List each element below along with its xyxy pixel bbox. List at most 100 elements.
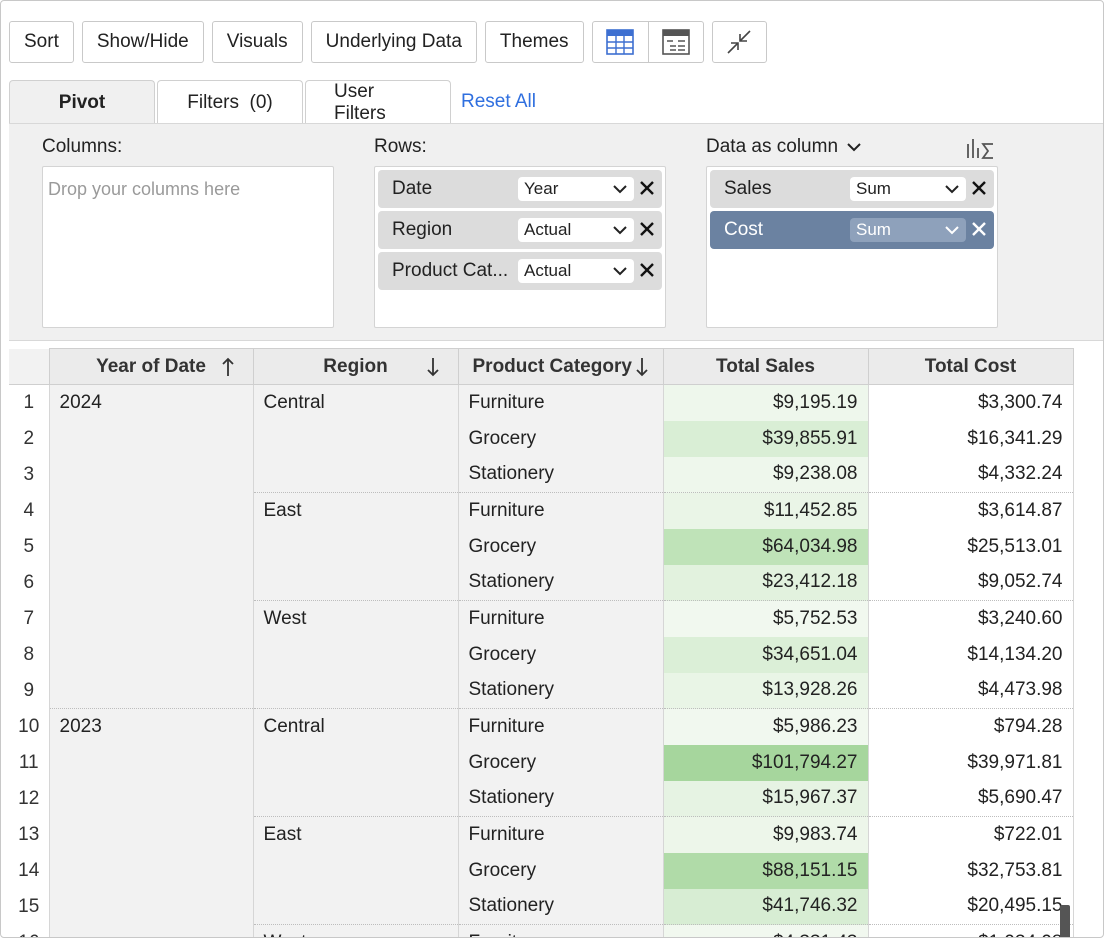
- table-row: 10 2023 Central Furniture $5,986.23 $794.28: [9, 708, 1074, 937]
- tab-user-filters[interactable]: User Filters: [305, 80, 451, 124]
- data-aggregation-select[interactable]: Sum: [850, 177, 966, 201]
- sort-button[interactable]: Sort: [9, 21, 74, 63]
- rows-drop-zone[interactable]: Date Year Region Actual Product Cat... A…: [374, 166, 666, 328]
- pivot-table: Year of Date Region Product Category Tot…: [9, 348, 1074, 937]
- total-cost-cell: $722.01: [867, 816, 1074, 853]
- row-number: 5: [9, 528, 50, 565]
- region-cell: East: [252, 816, 459, 925]
- header-row: Year of Date Region Product Category Tot…: [9, 348, 1074, 385]
- row-field-name: Region: [392, 219, 453, 240]
- category-cell: Grocery: [457, 852, 664, 889]
- row-number: 9: [9, 672, 50, 709]
- region-cell: West: [252, 600, 459, 709]
- remove-icon[interactable]: [638, 261, 656, 279]
- year-cell: 2024: [48, 384, 254, 709]
- row-number: 1: [9, 384, 50, 421]
- category-cell: Furniture: [457, 816, 664, 853]
- chevron-down-icon: [847, 143, 861, 152]
- chevron-down-icon: [613, 267, 627, 276]
- row-number-header: [9, 348, 50, 385]
- data-drop-zone[interactable]: Sales Sum Cost Sum: [706, 166, 998, 328]
- header-product-category[interactable]: Product Category: [457, 348, 664, 385]
- total-cost-cell: $4,473.98: [867, 672, 1074, 709]
- category-cell: Stationery: [457, 456, 664, 493]
- category-cell: Stationery: [457, 888, 664, 925]
- category-cell: Grocery: [457, 528, 664, 565]
- category-cell: Furniture: [457, 924, 664, 937]
- total-sales-cell: $15,967.37: [662, 780, 869, 817]
- total-cost-cell: $3,614.87: [867, 492, 1074, 529]
- rows-label: Rows:: [374, 136, 427, 157]
- pivot-config-panel: Columns: Drop your columns here Rows: Da…: [9, 123, 1103, 341]
- visuals-button[interactable]: Visuals: [211, 21, 303, 63]
- region-cell: Central: [252, 708, 459, 817]
- table-body: 1 2024 Central Furniture $9,195.19 $3,300.74 2…: [9, 384, 1074, 937]
- region-cell: Central: [252, 384, 459, 493]
- region-cell: West: [252, 924, 459, 937]
- header-total-cost[interactable]: Total Cost: [867, 348, 1074, 385]
- data-field-name: Cost: [724, 219, 764, 240]
- table-row: 1 2024 Central Furniture $9,195.19 $3,300.74: [9, 384, 1074, 709]
- row-aggregation-select[interactable]: Year: [518, 177, 634, 201]
- category-cell: Stationery: [457, 780, 664, 817]
- total-sales-cell: $9,238.08: [662, 456, 869, 493]
- sort-ascending-icon[interactable]: [221, 356, 235, 378]
- tab-pivot[interactable]: Pivot: [9, 80, 155, 124]
- row-aggregation-select[interactable]: Actual: [518, 218, 634, 242]
- underlying-data-button[interactable]: Underlying Data: [310, 21, 477, 63]
- themes-button[interactable]: Themes: [484, 21, 584, 63]
- chevron-down-icon: [613, 226, 627, 235]
- row-number: 4: [9, 492, 50, 529]
- chevron-down-icon: [613, 185, 627, 194]
- remove-icon[interactable]: [638, 220, 656, 238]
- row-number: 13: [9, 816, 50, 853]
- remove-icon[interactable]: [638, 179, 656, 197]
- row-number: 11: [9, 744, 50, 781]
- total-sales-cell: $39,855.91: [662, 420, 869, 457]
- row-number: 14: [9, 852, 50, 889]
- row-number: 2: [9, 420, 50, 457]
- compact-layout-icon[interactable]: [647, 22, 703, 62]
- header-year-of-date[interactable]: Year of Date: [48, 348, 254, 385]
- remove-icon[interactable]: [970, 220, 988, 238]
- row-field-name: Date: [392, 178, 433, 199]
- data-chip-cost[interactable]: Cost Sum: [710, 211, 994, 249]
- row-number: 16: [9, 924, 50, 937]
- row-chip-region[interactable]: Region Actual: [378, 211, 662, 249]
- tab-filters[interactable]: Filters (0): [157, 80, 303, 124]
- reset-all-link[interactable]: Reset All: [461, 80, 536, 124]
- columns-drop-zone[interactable]: Drop your columns here: [42, 166, 334, 328]
- total-cost-cell: $16,341.29: [867, 420, 1074, 457]
- category-cell: Grocery: [457, 636, 664, 673]
- total-cost-cell: $4,332.24: [867, 456, 1074, 493]
- category-cell: Furniture: [457, 600, 664, 637]
- header-region[interactable]: Region: [252, 348, 459, 385]
- category-cell: Stationery: [457, 564, 664, 601]
- row-number: 7: [9, 600, 50, 637]
- total-sales-cell: $23,412.18: [662, 564, 869, 601]
- tabular-layout-icon[interactable]: [593, 22, 648, 62]
- remove-icon[interactable]: [970, 179, 988, 197]
- sort-descending-icon[interactable]: [426, 356, 440, 378]
- row-chip-product-category[interactable]: Product Cat... Actual: [378, 252, 662, 290]
- total-sales-cell: $41,746.32: [662, 888, 869, 925]
- total-cost-cell: $1,934.98: [867, 924, 1074, 937]
- show-hide-button[interactable]: Show/Hide: [81, 21, 204, 63]
- sort-descending-icon[interactable]: [635, 356, 649, 378]
- region-cell: East: [252, 492, 459, 601]
- total-cost-cell: $3,300.74: [867, 384, 1074, 421]
- data-chip-sales[interactable]: Sales Sum: [710, 170, 994, 208]
- row-aggregation-select[interactable]: Actual: [518, 259, 634, 283]
- measure-settings-icon[interactable]: [966, 136, 996, 160]
- total-sales-cell: $64,034.98: [662, 528, 869, 565]
- category-cell: Furniture: [457, 708, 664, 745]
- data-as-column-label: Data as column: [706, 136, 839, 157]
- data-aggregation-select[interactable]: Sum: [850, 218, 966, 242]
- scrollbar-thumb[interactable]: [1060, 905, 1070, 937]
- layout-toggle: [591, 21, 704, 63]
- collapse-icon[interactable]: [711, 21, 767, 63]
- row-chip-date[interactable]: Date Year: [378, 170, 662, 208]
- data-as-column-dropdown[interactable]: Data as column: [706, 136, 862, 158]
- total-sales-cell: $5,752.53: [662, 600, 869, 637]
- header-total-sales[interactable]: Total Sales: [662, 348, 869, 385]
